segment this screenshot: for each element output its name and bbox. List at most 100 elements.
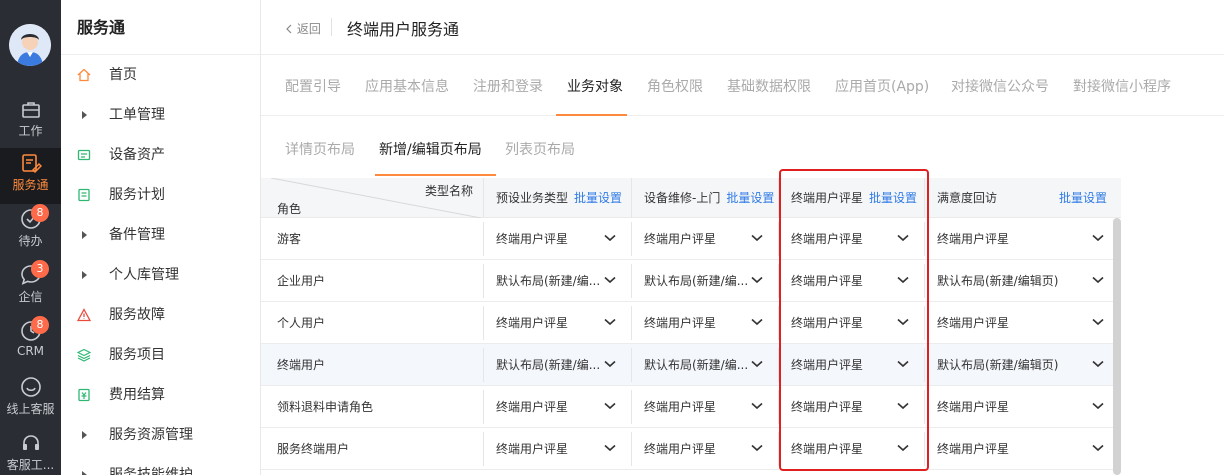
- chevron-down-icon: [751, 444, 763, 452]
- crm-badge: 8: [31, 316, 49, 334]
- online-service-icon: [20, 377, 41, 397]
- layout-select[interactable]: 默认布局(新建/编...: [631, 264, 778, 298]
- layout-select[interactable]: 默认布局(新建/编...: [631, 348, 778, 382]
- chevron-down-icon: [1092, 360, 1104, 368]
- tab-register-login[interactable]: 注册和登录: [473, 76, 543, 96]
- user-avatar[interactable]: [9, 24, 51, 66]
- rail-label: 工作: [18, 124, 43, 138]
- layout-select[interactable]: 终端用户评星: [483, 432, 631, 466]
- subtab-edit-layout[interactable]: 新增/编辑页布局: [379, 139, 482, 159]
- rail-item-crm[interactable]: CRM 8: [0, 316, 61, 372]
- tab-wechat-official[interactable]: 对接微信公众号: [951, 76, 1049, 96]
- table-scrollbar[interactable]: [1113, 218, 1121, 475]
- chevron-down-icon: [751, 360, 763, 368]
- tab-role-permissions[interactable]: 角色权限: [647, 76, 703, 96]
- sidebar-item-device-assets[interactable]: 设备资产: [61, 135, 261, 175]
- select-value: 终端用户评星: [496, 400, 569, 414]
- service-icon: [21, 154, 42, 174]
- select-value: 终端用户评星: [644, 232, 717, 246]
- sidebar-item-service-items[interactable]: 服务项目: [61, 335, 261, 375]
- table-row: 游客 终端用户评星 终端用户评星 终端用户评星 终端用户评星: [261, 218, 1121, 260]
- sidebar-item-label: 服务资源管理: [109, 427, 193, 443]
- layout-select[interactable]: 终端用户评星: [631, 432, 778, 466]
- active-subtab-underline: [375, 174, 496, 176]
- sidebar-item-label: 服务项目: [109, 347, 165, 363]
- subtab-list-layout[interactable]: 列表页布局: [505, 139, 575, 159]
- layout-select[interactable]: 默认布局(新建/编辑页): [924, 264, 1119, 298]
- sidebar-item-label: 个人库管理: [109, 267, 179, 283]
- rail-item-todo[interactable]: 待办 8: [0, 204, 61, 260]
- sidebar-item-billing[interactable]: 费用结算: [61, 375, 261, 415]
- select-value: 终端用户评星: [937, 400, 1010, 414]
- tab-app-home[interactable]: 应用首页(App): [835, 76, 929, 96]
- chevron-down-icon: [604, 234, 616, 242]
- table-header: 类型名称 角色 预设业务类型 批量设置 设备维修-上门 批量设置 终端用户评星 批量设…: [261, 178, 1121, 218]
- home-icon: [77, 68, 91, 82]
- rail-item-chat[interactable]: 企信 3: [0, 260, 61, 316]
- rail-label: 服务通: [12, 178, 49, 192]
- layout-select[interactable]: 终端用户评星: [924, 390, 1119, 424]
- bulk-set-link[interactable]: 批量设置: [1059, 178, 1107, 218]
- sidebar-item-personal-library[interactable]: 个人库管理: [61, 255, 261, 295]
- sidebar-item-label: 备件管理: [109, 227, 165, 243]
- layout-select[interactable]: 终端用户评星: [924, 432, 1119, 466]
- role-cell: 领料退料申请角色: [277, 400, 374, 414]
- layout-select[interactable]: 终端用户评星: [483, 306, 631, 340]
- role-cell: 游客: [277, 232, 302, 246]
- rail-item-work[interactable]: 工作: [0, 96, 61, 152]
- role-cell: 个人用户: [277, 316, 326, 330]
- rail-item-headset[interactable]: 客服工...: [0, 428, 61, 475]
- sidebar-item-service-skills[interactable]: 服务技能维护: [61, 455, 261, 475]
- layout-select[interactable]: 终端用户评星: [631, 222, 778, 256]
- rail-label: 客服工...: [6, 458, 55, 472]
- tab-business-objects[interactable]: 业务对象: [567, 76, 623, 96]
- column-title: 设备维修-上门: [644, 191, 721, 205]
- tab-app-info[interactable]: 应用基本信息: [365, 76, 449, 96]
- chevron-down-icon: [1092, 402, 1104, 410]
- highlight-box: [779, 169, 929, 471]
- bulk-set-link[interactable]: 批量设置: [726, 191, 774, 205]
- select-value: 终端用户评星: [937, 442, 1010, 456]
- sidebar-item-service-plan[interactable]: 服务计划: [61, 175, 261, 215]
- subtab-detail-layout[interactable]: 详情页布局: [285, 139, 355, 159]
- rail-item-service[interactable]: 服务通: [0, 148, 61, 204]
- layout-select[interactable]: 默认布局(新建/编...: [483, 348, 631, 382]
- role-cell: 终端用户: [277, 358, 326, 372]
- column-title: 预设业务类型: [496, 191, 569, 205]
- caret-right-icon: [82, 431, 87, 439]
- sidebar-item-label: 工单管理: [109, 107, 165, 123]
- chevron-down-icon: [1092, 318, 1104, 326]
- sidebar-item-service-faults[interactable]: 服务故障: [61, 295, 261, 335]
- sidebar-item-label: 费用结算: [109, 387, 165, 403]
- sidebar-item-label: 服务技能维护: [109, 467, 193, 475]
- sidebar-item-spare-parts[interactable]: 备件管理: [61, 215, 261, 255]
- layout-select[interactable]: 终端用户评星: [924, 306, 1119, 340]
- layout-select[interactable]: 终端用户评星: [483, 222, 631, 256]
- layout-select[interactable]: 终端用户评星: [924, 222, 1119, 256]
- chevron-down-icon: [1092, 444, 1104, 452]
- layout-select[interactable]: 终端用户评星: [483, 390, 631, 424]
- tab-basic-data-permissions[interactable]: 基础数据权限: [727, 76, 811, 96]
- caret-right-icon: [82, 231, 87, 239]
- rail-label: 线上客服: [6, 402, 55, 416]
- sidebar-item-label: 首页: [109, 67, 137, 83]
- billing-icon: [78, 388, 90, 402]
- layout-select[interactable]: 默认布局(新建/编...: [483, 264, 631, 298]
- layout-select[interactable]: 终端用户评星: [631, 306, 778, 340]
- sidebar-item-home[interactable]: 首页: [61, 55, 261, 95]
- chevron-down-icon: [604, 360, 616, 368]
- rail-item-online-service[interactable]: 线上客服: [0, 372, 61, 428]
- sidebar-item-work-orders[interactable]: 工单管理: [61, 95, 261, 135]
- chevron-down-icon: [1092, 234, 1104, 242]
- sidebar-item-label: 设备资产: [109, 147, 165, 163]
- bulk-set-link[interactable]: 批量设置: [574, 191, 622, 205]
- layout-select[interactable]: 终端用户评星: [631, 390, 778, 424]
- select-value: 终端用户评星: [644, 316, 717, 330]
- tab-wechat-mini[interactable]: 對接微信小程序: [1073, 76, 1171, 96]
- back-button[interactable]: 返回: [285, 20, 321, 37]
- main-content: 返回 终端用户服务通 配置引导 应用基本信息 注册和登录 业务对象 角色权限 基…: [261, 0, 1224, 475]
- layout-select[interactable]: 默认布局(新建/编辑页): [924, 348, 1119, 382]
- select-value: 终端用户评星: [644, 442, 717, 456]
- tab-config-guide[interactable]: 配置引导: [285, 76, 341, 96]
- sidebar-item-service-resources[interactable]: 服务资源管理: [61, 415, 261, 455]
